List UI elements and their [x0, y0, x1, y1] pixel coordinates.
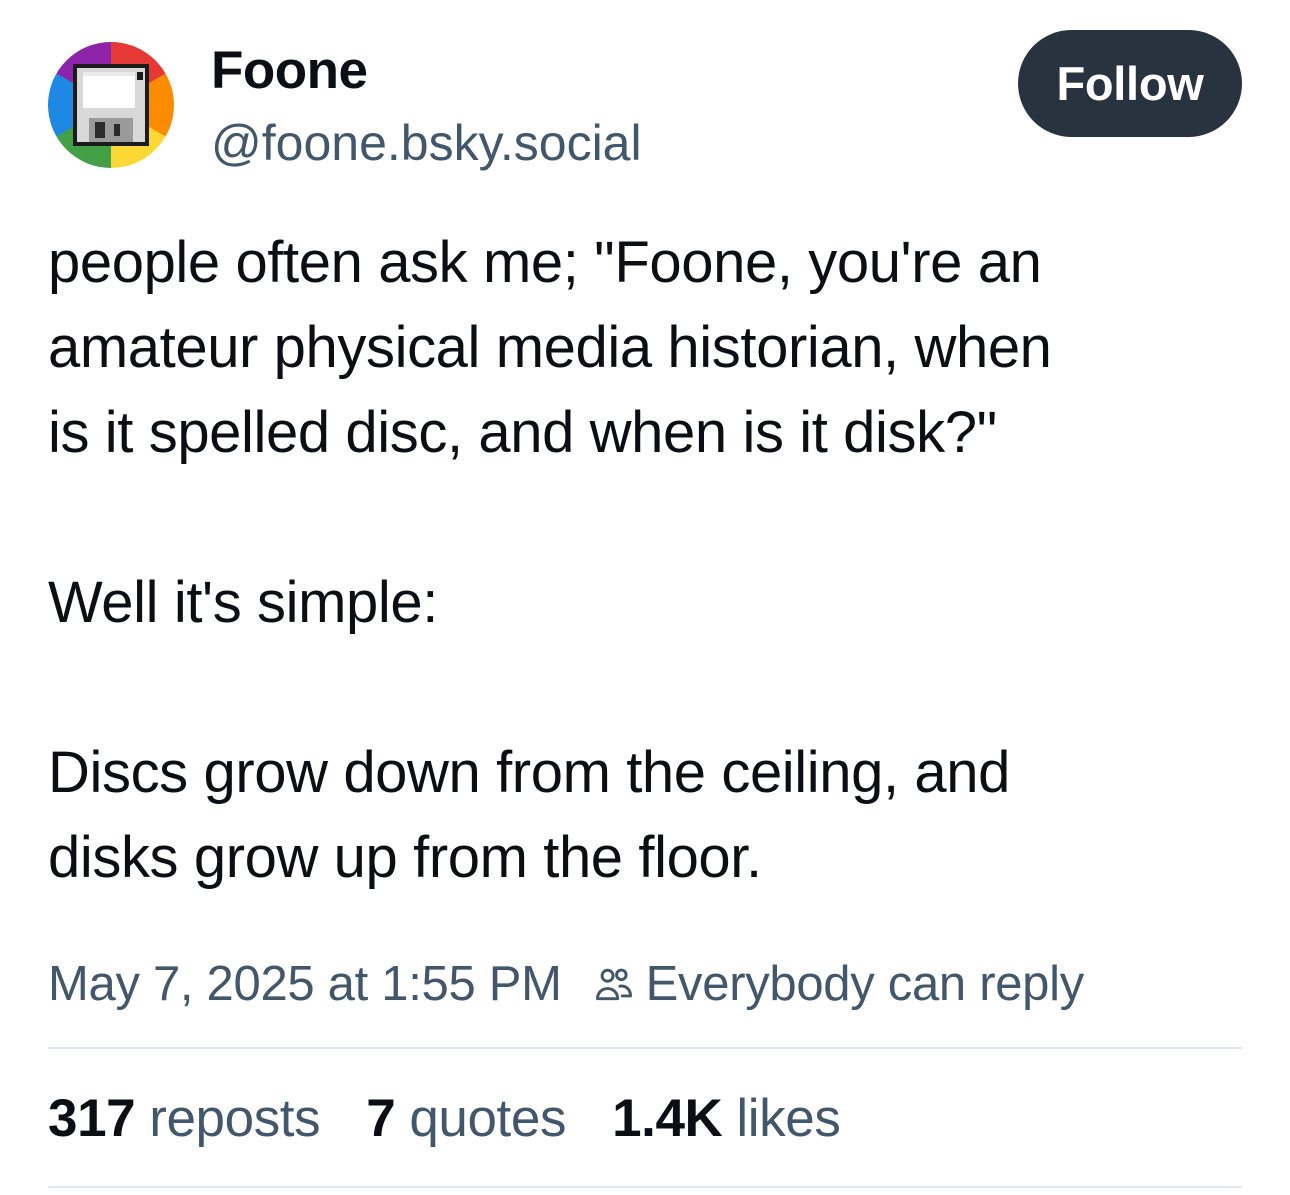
reposts-label: reposts	[149, 1089, 321, 1148]
quotes-count: 7	[366, 1089, 396, 1148]
quotes-stat[interactable]: 7 quotes	[366, 1086, 566, 1152]
likes-label: likes	[736, 1089, 841, 1148]
divider	[48, 1186, 1242, 1188]
post-paragraph: Discs grow down from the ceiling, and di…	[48, 730, 1248, 900]
post-thread-view: Foone @foone.bsky.social Follow people o…	[0, 0, 1290, 1195]
post-stats: 317 reposts 7 quotes 1.4K likes	[48, 1086, 886, 1152]
post-paragraph: Well it's simple:	[48, 560, 1248, 645]
author-display-name[interactable]: Foone	[211, 38, 368, 104]
post-paragraph: people often ask me; "Foone, you're an a…	[48, 220, 1248, 475]
post-text-line: is it spelled disc, and when is it disk?…	[48, 400, 997, 465]
author-handle[interactable]: @foone.bsky.social	[211, 111, 642, 175]
reply-setting[interactable]: Everybody can reply	[646, 956, 1085, 1012]
post-text-line: amateur physical media historian, when	[48, 315, 1052, 380]
post-text-line: Well it's simple:	[48, 570, 438, 635]
divider	[48, 1047, 1242, 1049]
reposts-stat[interactable]: 317 reposts	[48, 1086, 321, 1152]
post-text-line: Discs grow down from the ceiling, and	[48, 740, 1010, 805]
reposts-count: 317	[48, 1089, 136, 1148]
follow-button[interactable]: Follow	[1018, 30, 1242, 137]
avatar[interactable]	[48, 42, 174, 168]
likes-stat[interactable]: 1.4K likes	[612, 1086, 841, 1152]
likes-count: 1.4K	[612, 1089, 723, 1148]
post-text: people often ask me; "Foone, you're an a…	[48, 220, 1248, 900]
floppy-disk-icon	[73, 64, 149, 146]
post-text-line: disks grow up from the floor.	[48, 825, 762, 890]
people-icon	[595, 968, 632, 1001]
post-timestamp[interactable]: May 7, 2025 at 1:55 PM	[48, 956, 562, 1012]
post-text-line: people often ask me; "Foone, you're an	[48, 230, 1042, 295]
quotes-label: quotes	[409, 1089, 567, 1148]
post-meta: May 7, 2025 at 1:55 PM Everybody can rep…	[48, 952, 1084, 1016]
